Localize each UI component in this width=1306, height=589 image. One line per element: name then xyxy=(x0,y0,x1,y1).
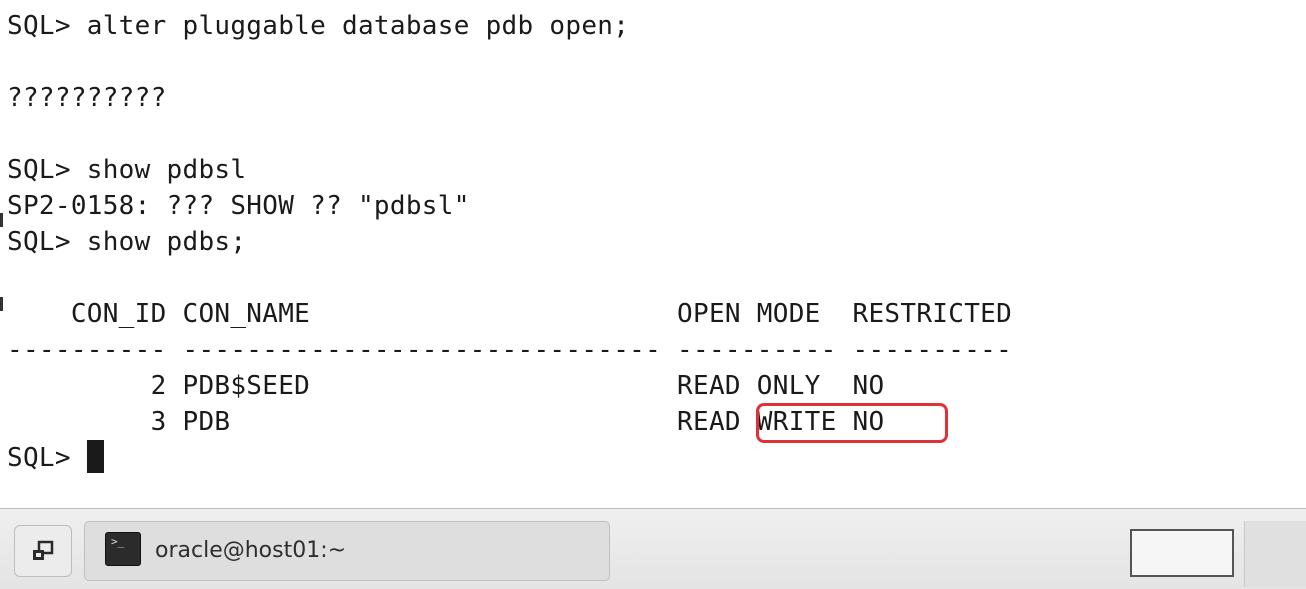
table-separator-row: ---------- -----------------------------… xyxy=(7,335,1013,365)
terminal-window[interactable]: SQL> alter pluggable database pdb open; … xyxy=(0,0,1306,508)
table-row: 2 PDB$SEED READ ONLY NO xyxy=(7,371,885,401)
table-row: 3 PDB READ WRITE NO xyxy=(7,407,885,437)
show-desktop-button[interactable] xyxy=(14,525,72,577)
table-header-row: CON_ID CON_NAME OPEN MODE RESTRICTED xyxy=(7,299,1013,329)
terminal-line: SQL> show pdbs; xyxy=(7,227,247,257)
text-cursor xyxy=(86,440,104,473)
taskbar-item-label: oracle@host01:~ xyxy=(155,538,347,563)
prompt-line[interactable]: SQL> xyxy=(7,440,104,476)
terminal-line: SQL> show pdbsl xyxy=(7,155,247,185)
terminal-icon: >_ xyxy=(105,532,141,566)
window-restore-icon xyxy=(33,540,54,560)
edge-mark xyxy=(0,213,3,227)
taskbar-item-terminal[interactable]: >_ oracle@host01:~ xyxy=(84,521,610,581)
tray-panel xyxy=(1244,521,1306,587)
read-write-highlight xyxy=(756,403,948,443)
terminal-line: SP2-0158: ??? SHOW ?? "pdbsl" xyxy=(7,191,470,221)
edge-mark xyxy=(0,297,3,311)
terminal-line: ?????????? xyxy=(7,83,167,113)
sql-prompt: SQL> xyxy=(7,443,87,473)
taskbar: >_ oracle@host01:~ xyxy=(0,508,1306,589)
terminal-line: SQL> alter pluggable database pdb open; xyxy=(7,11,630,41)
workspace-switcher[interactable] xyxy=(1130,529,1234,577)
